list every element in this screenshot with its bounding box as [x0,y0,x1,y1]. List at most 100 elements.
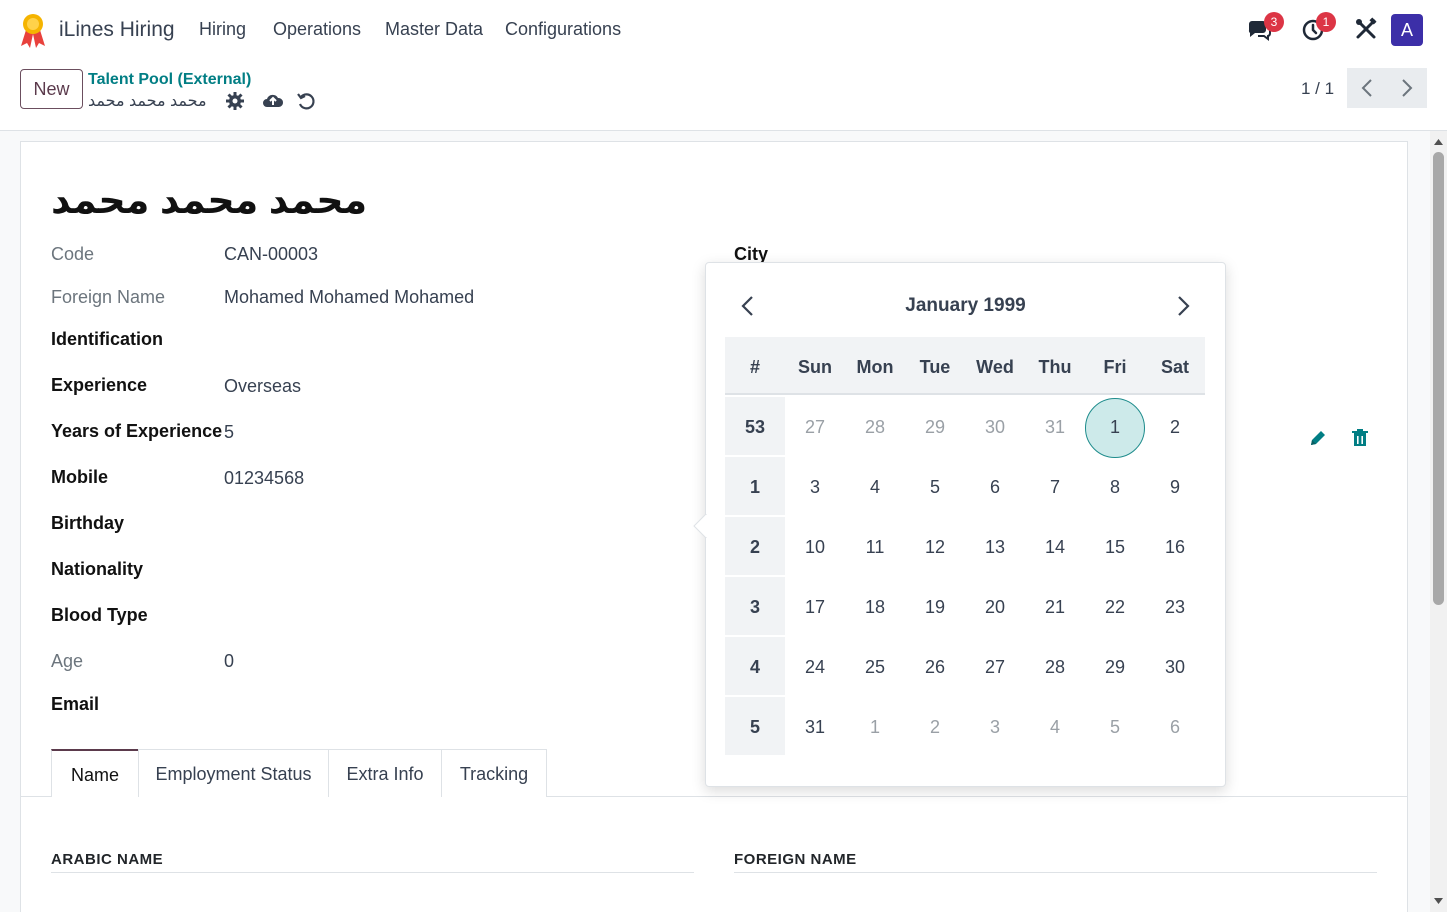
day-number: 10 [804,537,826,557]
week-number[interactable]: 5 [725,697,785,757]
tab-tracking[interactable]: Tracking [441,749,547,797]
day-cell[interactable]: 30 [1145,637,1205,697]
record-title[interactable]: محمد محمد محمد [51,178,367,223]
day-cell[interactable]: 2 [1145,397,1205,457]
day-cell[interactable]: 1 [845,697,905,757]
tools-icon[interactable] [1353,16,1379,42]
week-number[interactable]: 4 [725,637,785,697]
day-cell[interactable]: 20 [965,577,1025,637]
day-number: 21 [1044,597,1066,617]
day-cell[interactable]: 27 [965,637,1025,697]
arabic-section-divider [51,872,694,873]
menu-operations[interactable]: Operations [273,19,361,40]
day-cell[interactable]: 5 [905,457,965,517]
identification-field[interactable] [224,329,624,351]
day-cell[interactable]: 23 [1145,577,1205,637]
experience-field[interactable]: Overseas [224,376,301,397]
week-number[interactable]: 3 [725,577,785,637]
pager-next-button[interactable] [1387,68,1427,108]
birthday-field[interactable] [224,513,624,535]
day-cell[interactable]: 21 [1025,577,1085,637]
day-cell[interactable]: 5 [1085,697,1145,757]
menu-configurations[interactable]: Configurations [505,19,621,40]
day-cell[interactable]: 16 [1145,517,1205,577]
day-cell[interactable]: 4 [845,457,905,517]
chevron-right-icon [1402,79,1413,97]
day-number: 5 [1109,717,1120,737]
pencil-icon[interactable] [1308,428,1328,448]
day-cell[interactable]: 17 [785,577,845,637]
day-number: 27 [984,657,1006,677]
day-cell[interactable]: 19 [905,577,965,637]
weekday-header-sun: Sun [798,357,832,377]
scrollbar-thumb[interactable] [1433,152,1444,605]
discard-undo-icon[interactable] [296,91,316,111]
mobile-field[interactable]: 01234568 [224,468,304,489]
app-name[interactable]: iLines Hiring [59,18,175,42]
menu-hiring[interactable]: Hiring [199,19,246,40]
blood-type-label: Blood Type [51,605,148,625]
day-number: 6 [989,477,1000,497]
nationality-field[interactable] [224,559,624,581]
pager-prev-button[interactable] [1347,68,1387,108]
day-cell[interactable]: 10 [785,517,845,577]
day-cell[interactable]: 28 [845,397,905,457]
selected-day-cell[interactable]: 1 [1085,397,1145,458]
day-cell[interactable]: 4 [1025,697,1085,757]
day-number: 29 [1104,657,1126,677]
user-avatar[interactable]: A [1391,14,1423,46]
day-cell[interactable]: 29 [1085,637,1145,697]
day-cell[interactable]: 26 [905,637,965,697]
day-cell[interactable]: 29 [905,397,965,457]
scroll-up-arrow-icon[interactable] [1433,137,1444,147]
day-cell[interactable]: 8 [1085,457,1145,517]
week-number[interactable]: 1 [725,457,785,517]
day-cell[interactable]: 7 [1025,457,1085,517]
pager-value[interactable]: 1 / 1 [1301,79,1334,99]
breadcrumb-talent-pool[interactable]: Talent Pool (External) [88,71,251,89]
email-field[interactable] [224,694,624,716]
day-cell[interactable]: 13 [965,517,1025,577]
menu-master-data[interactable]: Master Data [385,19,483,40]
tab-extra-info[interactable]: Extra Info [328,749,442,797]
day-cell[interactable]: 9 [1145,457,1205,517]
day-number: 18 [864,597,886,617]
years-of-experience-field[interactable]: 5 [224,422,234,443]
week-number[interactable]: 2 [725,517,785,577]
day-cell[interactable]: 22 [1085,577,1145,637]
day-cell[interactable]: 27 [785,397,845,457]
day-cell[interactable]: 2 [905,697,965,757]
day-cell[interactable]: 12 [905,517,965,577]
day-cell[interactable]: 6 [965,457,1025,517]
day-cell[interactable]: 31 [1025,397,1085,457]
day-cell[interactable]: 30 [965,397,1025,457]
day-cell[interactable]: 3 [785,457,845,517]
day-cell[interactable]: 15 [1085,517,1145,577]
trash-icon[interactable] [1350,428,1370,448]
app-logo-icon[interactable] [18,12,48,48]
day-cell[interactable]: 3 [965,697,1025,757]
month-year-title[interactable]: January 1999 [705,295,1226,317]
tab-name[interactable]: Name [51,749,139,797]
day-cell[interactable]: 14 [1025,517,1085,577]
cloud-upload-icon[interactable] [262,91,284,111]
day-cell[interactable]: 24 [785,637,845,697]
day-cell[interactable]: 6 [1145,697,1205,757]
blood-type-field[interactable] [224,605,624,627]
day-cell[interactable]: 18 [845,577,905,637]
years-of-experience-label: Years of Experience [51,421,223,441]
tab-employment-status[interactable]: Employment Status [138,749,329,797]
day-cell[interactable]: 11 [845,517,905,577]
day-number: 2 [929,717,940,737]
foreign-name-value: Mohamed Mohamed Mohamed [224,287,475,307]
gear-icon[interactable] [225,91,245,111]
new-button[interactable]: New [20,69,83,109]
day-cell[interactable]: 28 [1025,637,1085,697]
scroll-down-arrow-icon[interactable] [1433,896,1444,906]
messages-badge: 3 [1264,12,1284,32]
day-cell[interactable]: 31 [785,697,845,757]
day-number: 6 [1169,717,1180,737]
next-month-chevron-icon[interactable] [1169,292,1197,320]
week-number[interactable]: 53 [725,397,785,457]
day-cell[interactable]: 25 [845,637,905,697]
